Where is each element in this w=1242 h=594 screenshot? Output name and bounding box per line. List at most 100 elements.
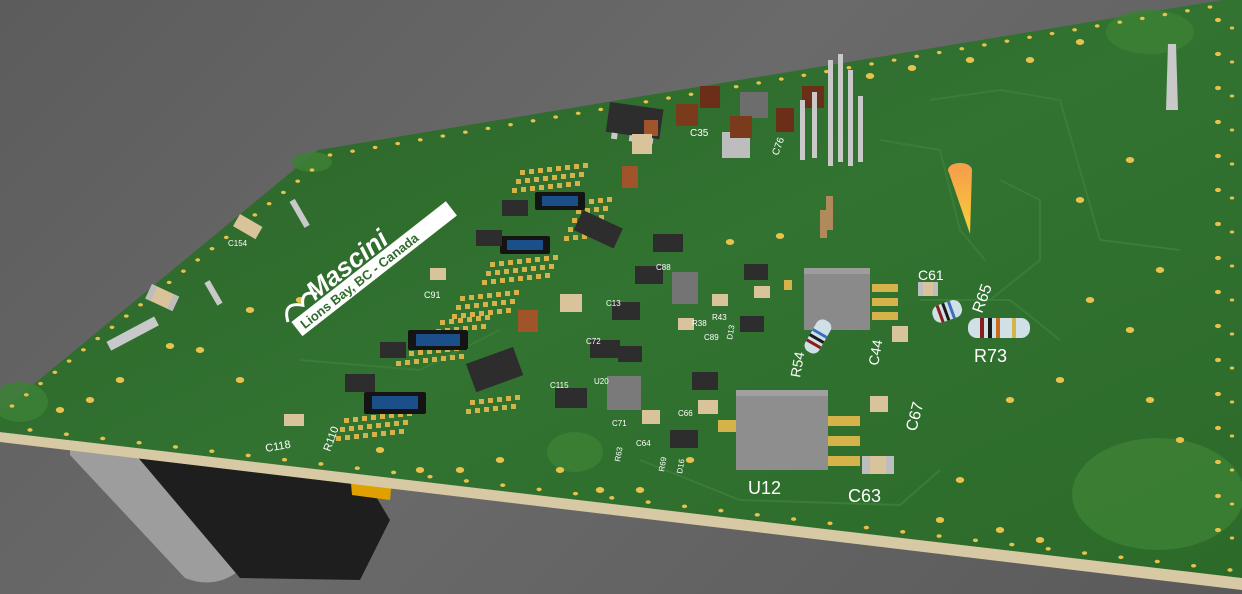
capacitor-tantalum[interactable]: [676, 104, 698, 126]
smd-pad: [501, 300, 506, 305]
blue-chip[interactable]: [535, 192, 585, 210]
ic-chip[interactable]: [740, 316, 764, 332]
smd-pad: [598, 198, 603, 203]
via: [1215, 255, 1221, 261]
via: [1229, 94, 1235, 98]
via: [1215, 357, 1221, 363]
label-c154: C154: [228, 239, 248, 248]
via: [1175, 437, 1185, 443]
smd-pad: [465, 304, 470, 309]
ic-chip[interactable]: [744, 264, 768, 280]
via: [1009, 542, 1015, 547]
capacitor-ceramic[interactable]: [712, 294, 728, 306]
capacitor-tantalum[interactable]: [518, 310, 538, 332]
capacitor-ceramic[interactable]: [430, 268, 446, 280]
capacitor-ceramic[interactable]: [642, 410, 660, 424]
via: [1191, 563, 1197, 568]
smd-pad: [566, 182, 571, 187]
smd-pad: [474, 303, 479, 308]
ic-chip[interactable]: [692, 372, 718, 390]
blue-chip[interactable]: [364, 392, 426, 414]
capacitor-tantalum[interactable]: [776, 108, 794, 132]
smd-pad: [510, 299, 515, 304]
smd-pad: [527, 275, 532, 280]
ic-chip[interactable]: [740, 92, 768, 118]
capacitor-tantalum[interactable]: [700, 86, 720, 108]
via: [350, 149, 355, 153]
via: [900, 529, 906, 534]
via: [1145, 397, 1155, 403]
smd-pad: [467, 317, 472, 322]
via: [725, 239, 735, 245]
via: [965, 57, 975, 63]
via: [1215, 119, 1221, 125]
smd-pad: [469, 295, 474, 300]
smd-pad: [432, 357, 437, 362]
smd-pad: [553, 255, 558, 260]
via: [688, 92, 694, 96]
smd-pad: [488, 398, 493, 403]
via: [85, 397, 95, 403]
smd-pad: [583, 163, 588, 168]
via: [327, 153, 333, 157]
resistor-axial[interactable]: [968, 318, 1030, 338]
via: [775, 233, 785, 239]
label-c72: C72: [586, 337, 601, 346]
label-c66: C66: [678, 409, 693, 418]
capacitor-tantalum[interactable]: [730, 116, 752, 138]
via: [1215, 221, 1221, 227]
via: [495, 457, 505, 463]
ic-chip[interactable]: [345, 374, 375, 392]
ic-chip[interactable]: [618, 346, 642, 362]
smd-pad: [470, 312, 475, 317]
via: [1229, 298, 1235, 302]
smd-pad: [449, 319, 454, 324]
capacitor-ceramic[interactable]: [698, 400, 718, 414]
smd-pad: [490, 262, 495, 267]
ic-chip[interactable]: [380, 342, 406, 358]
smd-pad: [545, 273, 550, 278]
ic-chip[interactable]: [502, 200, 528, 216]
ic-chip[interactable]: [670, 430, 698, 448]
smd-pad: [483, 302, 488, 307]
ic-chip[interactable]: [653, 234, 683, 252]
smd-pad: [479, 311, 484, 316]
via: [354, 466, 360, 471]
smd-pad: [441, 356, 446, 361]
smd-pad: [534, 177, 539, 182]
smd-pad: [496, 292, 501, 297]
ic-chip[interactable]: [672, 272, 698, 304]
pin-header-right[interactable]: [1166, 44, 1178, 110]
capacitor-ceramic[interactable]: [870, 396, 888, 412]
capacitor-ceramic[interactable]: [862, 456, 894, 474]
capacitor-ceramic[interactable]: [754, 286, 770, 298]
capacitor-ceramic[interactable]: [918, 282, 938, 296]
via: [1229, 434, 1235, 438]
smd-pad: [525, 178, 530, 183]
ic-chip[interactable]: [607, 376, 641, 410]
label-u12: U12: [748, 478, 781, 498]
capacitor-tantalum[interactable]: [632, 134, 652, 154]
ic-chip[interactable]: [476, 230, 502, 246]
smd-pad: [497, 397, 502, 402]
blue-chip[interactable]: [500, 236, 550, 254]
smd-pad: [536, 274, 541, 279]
capacitor-ceramic[interactable]: [892, 326, 908, 342]
blue-chip[interactable]: [408, 330, 468, 350]
via: [266, 202, 272, 206]
capacitor-ceramic[interactable]: [560, 294, 582, 312]
via: [1215, 493, 1221, 499]
smd-pad: [484, 407, 489, 412]
via: [1215, 459, 1221, 465]
smd-pad: [513, 268, 518, 273]
label-c35: C35: [690, 128, 709, 139]
ic-chip[interactable]: [555, 388, 587, 408]
via: [281, 457, 288, 462]
capacitor-tantalum[interactable]: [644, 120, 658, 136]
pcb-3d-viewport[interactable]: Mascini Lions Bay, BC - Canada C35 C154 …: [0, 0, 1242, 594]
via: [1162, 12, 1168, 17]
smd-pad: [452, 314, 457, 319]
capacitor-tantalum[interactable]: [622, 166, 638, 188]
capacitor-ceramic[interactable]: [284, 414, 304, 426]
smd-pad: [564, 236, 569, 241]
